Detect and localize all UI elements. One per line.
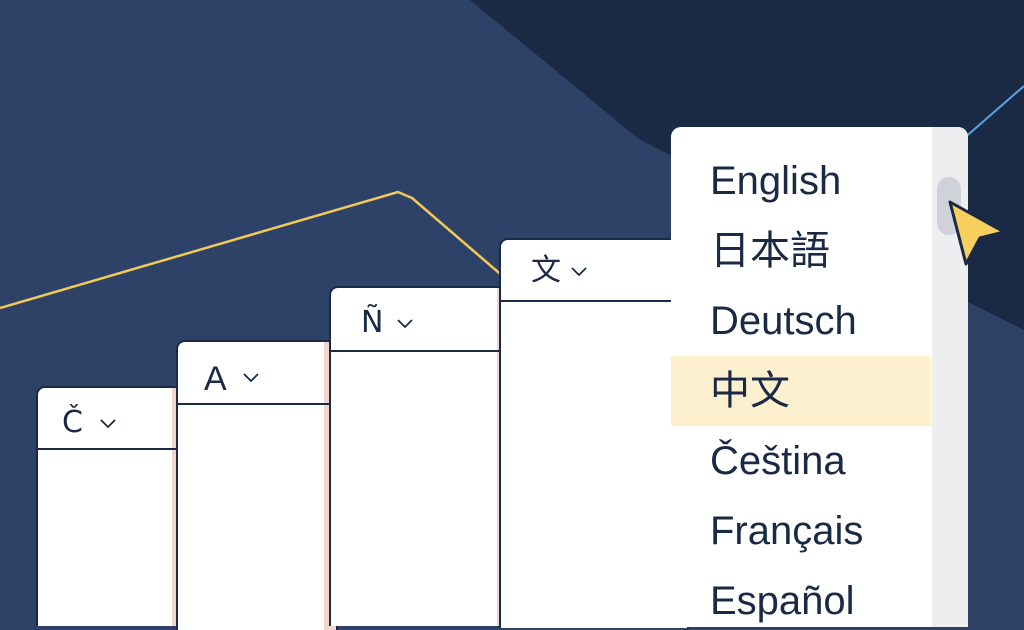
language-option-list: English 日本語 Deutsch 中文 Čeština Français … — [671, 146, 931, 627]
language-dropdown[interactable]: English 日本語 Deutsch 中文 Čeština Français … — [671, 127, 968, 627]
language-option-french[interactable]: Français — [671, 496, 931, 566]
card-header[interactable]: Č — [38, 388, 184, 450]
chevron-down-icon[interactable] — [100, 419, 116, 429]
language-option-czech[interactable]: Čeština — [671, 426, 931, 496]
language-option-english[interactable]: English — [671, 146, 931, 216]
card-glyph: 文 — [531, 253, 561, 288]
language-option-japanese[interactable]: 日本語 — [671, 216, 931, 286]
language-card-spanish[interactable]: Ñ — [329, 286, 511, 626]
card-header[interactable]: 文 — [501, 240, 687, 302]
card-glyph: A — [204, 360, 227, 398]
cursor-arrow-icon — [948, 200, 1006, 266]
chevron-down-icon[interactable] — [397, 319, 413, 329]
language-card-latin[interactable]: A — [176, 340, 338, 630]
language-option-spanish[interactable]: Español — [671, 566, 931, 627]
language-card-chinese[interactable]: 文 — [499, 238, 689, 628]
card-header[interactable]: Ñ — [331, 288, 509, 352]
language-card-czech[interactable]: Č — [36, 386, 186, 626]
card-header[interactable]: A — [178, 342, 336, 405]
chevron-down-icon[interactable] — [571, 267, 587, 277]
card-glyph: Ñ — [361, 305, 384, 340]
card-glyph: Č — [62, 405, 83, 440]
chevron-down-icon[interactable] — [243, 373, 259, 383]
language-option-chinese[interactable]: 中文 — [671, 356, 931, 426]
language-option-german[interactable]: Deutsch — [671, 286, 931, 356]
